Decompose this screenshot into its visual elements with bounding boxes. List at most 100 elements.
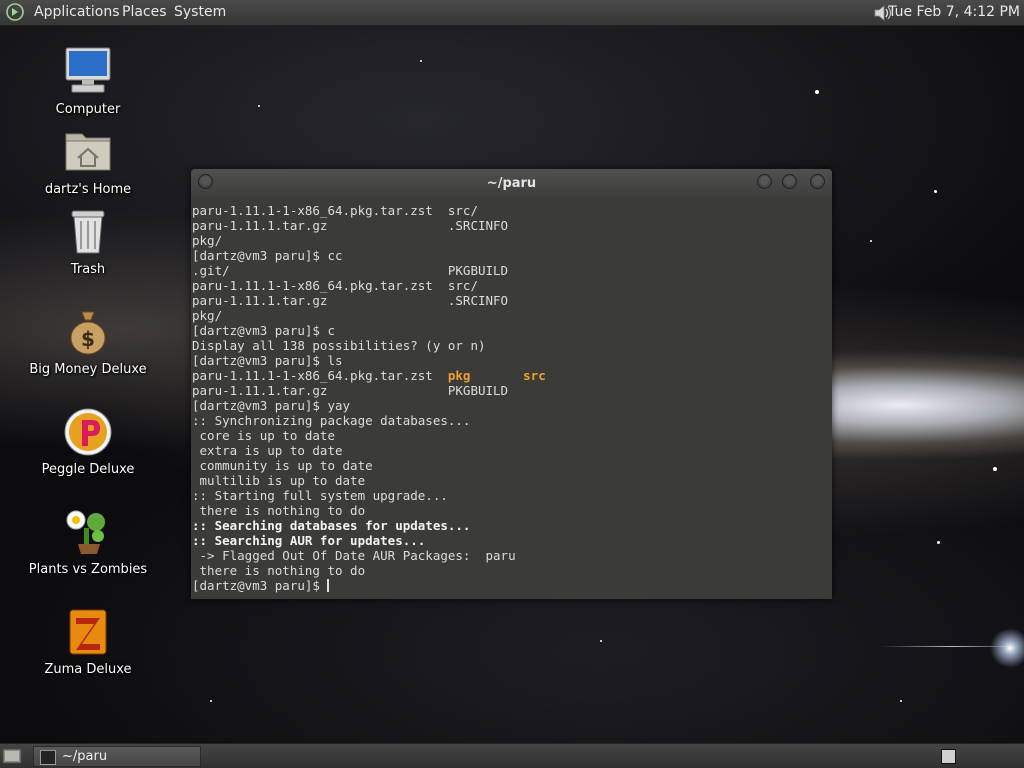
bright-star <box>990 628 1024 668</box>
terminal-line: [dartz@vm3 paru]$ cc <box>192 248 828 263</box>
terminal-line: :: Searching databases for updates... <box>192 518 828 533</box>
terminal-line: -> Flagged Out Of Date AUR Packages: par… <box>192 548 828 563</box>
desktop-icon-label: Computer <box>55 102 121 117</box>
terminal-line: paru-1.11.1-1-x86_64.pkg.tar.zst src/ <box>192 203 828 218</box>
terminal-text: :: Synchronizing package databases... <box>192 413 471 428</box>
terminal-window[interactable]: ~/paru paru-1.11.1-1-x86_64.pkg.tar.zst … <box>191 169 832 599</box>
terminal-text: -> Flagged Out Of Date AUR Packages: par… <box>192 548 516 563</box>
window-title: ~/paru <box>486 176 537 191</box>
terminal-line: extra is up to date <box>192 443 828 458</box>
desktop-icon-label: Big Money Deluxe <box>29 362 147 377</box>
minimize-button[interactable] <box>757 174 772 189</box>
desktop-icon-peggle-deluxe[interactable]: Peggle Deluxe <box>28 406 148 477</box>
terminal-line: [dartz@vm3 paru]$ c <box>192 323 828 338</box>
terminal-output[interactable]: paru-1.11.1-1-x86_64.pkg.tar.zst src/par… <box>192 203 828 593</box>
menu-system[interactable]: System <box>174 4 226 20</box>
desktop-icon-zuma-deluxe[interactable]: Zuma Deluxe <box>28 606 148 677</box>
terminal-text: src <box>523 368 546 383</box>
terminal-text: paru-1.11.1-1-x86_64.pkg.tar.zst src/ <box>192 278 478 293</box>
terminal-line: there is nothing to do <box>192 563 828 578</box>
terminal-line: .git/ PKGBUILD <box>192 263 828 278</box>
show-desktop-icon[interactable] <box>2 747 22 765</box>
terminal-line: community is up to date <box>192 458 828 473</box>
desktop-icon-label: Trash <box>70 262 106 277</box>
menu-places[interactable]: Places <box>122 4 167 20</box>
terminal-text: Display all 138 possibilities? (y or n) <box>192 338 486 353</box>
terminal-line: pkg/ <box>192 308 828 323</box>
terminal-text: :: Starting full system upgrade... <box>192 488 448 503</box>
terminal-text: paru-1.11.1.tar.gz .SRCINFO <box>192 293 509 308</box>
terminal-text: [dartz@vm3 paru]$ <box>192 578 328 593</box>
desktop-icon-label: Peggle Deluxe <box>41 462 135 477</box>
plant-icon <box>62 506 114 558</box>
terminal-line: there is nothing to do <box>192 503 828 518</box>
terminal-line: paru-1.11.1.tar.gz .SRCINFO <box>192 293 828 308</box>
computer-icon <box>62 46 114 98</box>
desktop-icon-home[interactable]: dartz's Home <box>28 126 148 197</box>
terminal-line: [dartz@vm3 paru]$ ls <box>192 353 828 368</box>
terminal-line: [dartz@vm3 paru]$ yay <box>192 398 828 413</box>
terminal-text: core is up to date <box>192 428 335 443</box>
peggle-icon <box>62 406 114 458</box>
star <box>815 90 819 94</box>
terminal-text: [dartz@vm3 paru]$ yay <box>192 398 351 413</box>
terminal-text: [dartz@vm3 paru]$ c <box>192 323 335 338</box>
star <box>937 541 940 544</box>
desktop-icon-plants-vs-zombies[interactable]: Plants vs Zombies <box>28 506 148 577</box>
terminal-text: pkg <box>447 368 471 383</box>
terminal-text: [dartz@vm3 paru]$ ls <box>192 353 343 368</box>
money-bag-icon: $ <box>62 306 114 358</box>
bottom-panel: ~/paru <box>0 743 1024 768</box>
terminal-line: paru-1.11.1.tar.gz .SRCINFO <box>192 218 828 233</box>
star <box>934 190 937 193</box>
terminal-line: pkg/ <box>192 233 828 248</box>
star-flare <box>880 646 1024 647</box>
window-titlebar[interactable]: ~/paru <box>191 169 832 198</box>
desktop-icon-trash[interactable]: Trash <box>28 206 148 277</box>
terminal-text: paru-1.11.1-1-x86_64.pkg.tar.zst src/ <box>192 203 478 218</box>
clock[interactable]: Tue Feb 7, 4:12 PM <box>888 4 1020 20</box>
desktop-icon-big-money-deluxe[interactable]: $ Big Money Deluxe <box>28 306 148 377</box>
terminal-text: .git/ PKGBUILD <box>192 263 509 278</box>
zuma-icon <box>62 606 114 658</box>
star <box>210 700 212 702</box>
terminal-line: [dartz@vm3 paru]$ <box>192 578 828 593</box>
terminal-text: community is up to date <box>192 458 373 473</box>
terminal-text: multilib is up to date <box>192 473 366 488</box>
distro-logo-icon[interactable] <box>6 3 24 21</box>
terminal-line: :: Searching AUR for updates... <box>192 533 828 548</box>
terminal-text: there is nothing to do <box>192 503 366 518</box>
desktop-icon-label: Plants vs Zombies <box>28 562 148 577</box>
workspace-switcher[interactable] <box>941 749 956 764</box>
terminal-line: Display all 138 possibilities? (y or n) <box>192 338 828 353</box>
svg-text:$: $ <box>81 327 95 351</box>
star <box>900 700 902 702</box>
terminal-line: paru-1.11.1-1-x86_64.pkg.tar.zst pkg src <box>192 368 828 383</box>
terminal-text: [dartz@vm3 paru]$ cc <box>192 248 343 263</box>
text-cursor <box>327 579 330 592</box>
desktop-icon-label: Zuma Deluxe <box>44 662 132 677</box>
maximize-button[interactable] <box>782 174 797 189</box>
desktop-icon-computer[interactable]: Computer <box>28 46 148 117</box>
terminal-line: core is up to date <box>192 428 828 443</box>
star <box>258 105 260 107</box>
terminal-line: multilib is up to date <box>192 473 828 488</box>
terminal-line: paru-1.11.1-1-x86_64.pkg.tar.zst src/ <box>192 278 828 293</box>
terminal-text: pkg/ <box>192 308 223 323</box>
terminal-text: paru-1.11.1.tar.gz PKGBUILD <box>192 383 509 398</box>
terminal-text: :: Searching AUR for updates... <box>192 533 426 548</box>
trash-icon <box>62 206 114 258</box>
star <box>993 467 997 471</box>
taskbar-item-terminal[interactable]: ~/paru <box>33 746 201 767</box>
menu-applications[interactable]: Applications <box>34 4 120 20</box>
terminal-line: :: Starting full system upgrade... <box>192 488 828 503</box>
terminal-text: there is nothing to do <box>192 563 366 578</box>
star <box>600 640 602 642</box>
taskbar-item-label: ~/paru <box>62 749 108 764</box>
star <box>870 240 872 242</box>
terminal-text: paru-1.11.1.tar.gz .SRCINFO <box>192 218 509 233</box>
close-button[interactable] <box>810 174 825 189</box>
star <box>420 60 422 62</box>
terminal-text: paru-1.11.1-1-x86_64.pkg.tar.zst <box>192 368 448 383</box>
